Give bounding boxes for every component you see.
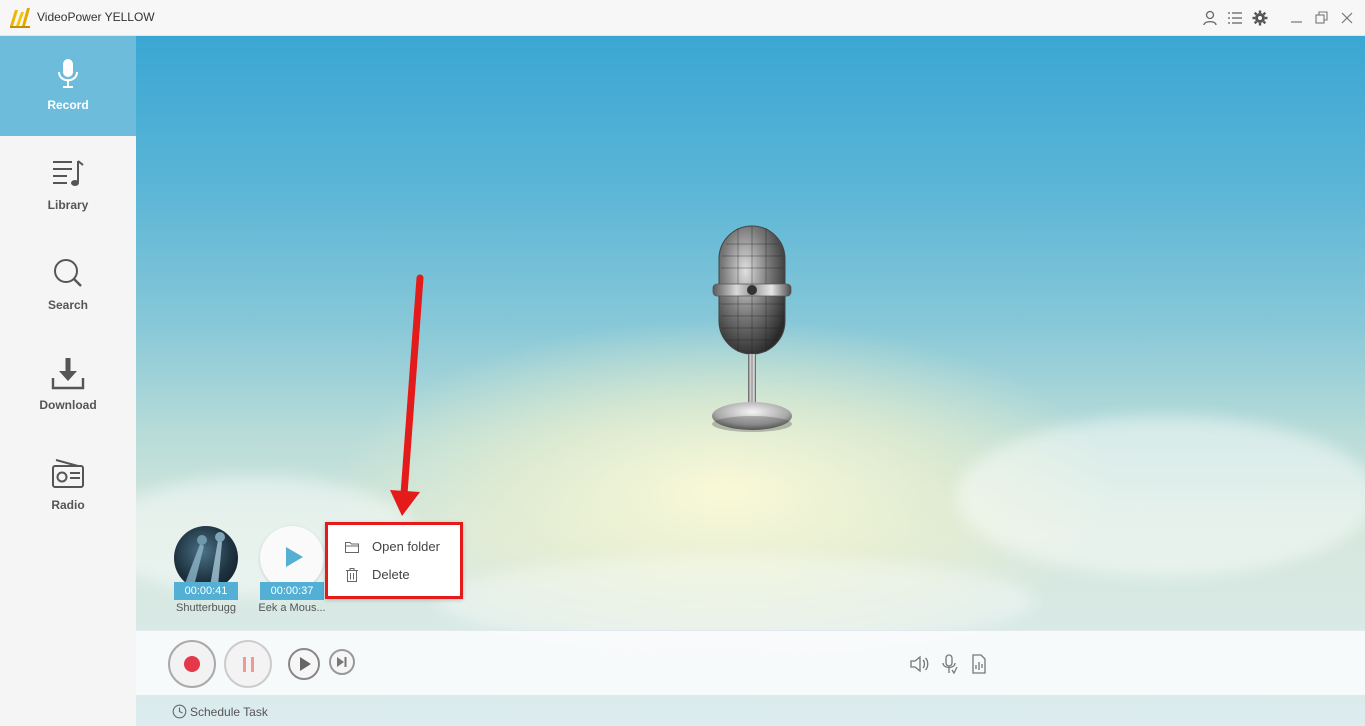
app-logo-icon: [8, 6, 32, 30]
radio-icon: [50, 456, 86, 492]
menu-item-delete[interactable]: Delete: [328, 563, 460, 587]
sidebar-item-radio[interactable]: Radio: [0, 436, 136, 536]
track-context-menu: Open folder Delete: [325, 522, 463, 599]
music-list-icon: [50, 156, 86, 192]
clock-icon: [172, 704, 187, 719]
menu-item-label: Open folder: [372, 539, 440, 554]
sidebar-item-label: Download: [39, 398, 97, 412]
schedule-task-label: Schedule Task: [190, 705, 268, 719]
sidebar-item-record[interactable]: Record: [0, 36, 136, 136]
track-name: Eek a Mous...: [258, 602, 326, 614]
menu-item-open-folder[interactable]: Open folder: [328, 535, 460, 559]
sidebar-item-label: Library: [47, 198, 89, 212]
download-icon: [50, 356, 86, 392]
close-icon[interactable]: [1338, 9, 1356, 27]
track-thumbnail[interactable]: [174, 526, 238, 590]
play-icon[interactable]: [284, 546, 304, 568]
pause-button[interactable]: [224, 640, 272, 688]
record-button[interactable]: [168, 640, 216, 688]
sidebar-item-label: Radio: [51, 498, 85, 512]
account-icon[interactable]: [1201, 9, 1219, 27]
sidebar: Record Library Search Download Radio: [0, 36, 136, 726]
search-icon: [50, 256, 86, 292]
annotation-arrow: [386, 272, 436, 518]
trash-icon: [344, 567, 360, 583]
audio-file-icon[interactable]: [968, 653, 990, 675]
background-cloud: [956, 416, 1365, 576]
microphone-icon: [50, 56, 86, 92]
microphone-source-icon[interactable]: [938, 653, 960, 675]
track-name: Shutterbugg: [176, 602, 236, 614]
next-track-button[interactable]: [329, 649, 355, 675]
speaker-icon[interactable]: [908, 653, 930, 675]
play-button[interactable]: [288, 648, 320, 680]
minimize-icon[interactable]: [1288, 9, 1306, 27]
track-duration: 00:00:41: [174, 582, 238, 600]
settings-gear-icon[interactable]: [1251, 9, 1269, 27]
track-duration: 00:00:37: [260, 582, 324, 600]
title-bar: VideoPower YELLOW: [0, 0, 1365, 36]
microphone-illustration: [704, 224, 800, 438]
track-thumbnail[interactable]: [260, 526, 324, 590]
sidebar-item-label: Search: [47, 298, 89, 312]
sidebar-item-library[interactable]: Library: [0, 136, 136, 236]
restore-icon[interactable]: [1313, 9, 1331, 27]
sidebar-item-download[interactable]: Download: [0, 336, 136, 436]
folder-icon: [344, 539, 360, 555]
playback-control-bar: [136, 630, 1365, 695]
app-title: VideoPower YELLOW: [37, 10, 155, 24]
menu-list-icon[interactable]: [1226, 9, 1244, 27]
record-main-panel: 00:00:41 Shutterbugg 00:00:37 Eek a Mous…: [136, 36, 1365, 726]
sidebar-item-label: Record: [47, 98, 89, 112]
menu-item-label: Delete: [372, 567, 410, 582]
sidebar-item-search[interactable]: Search: [0, 236, 136, 336]
